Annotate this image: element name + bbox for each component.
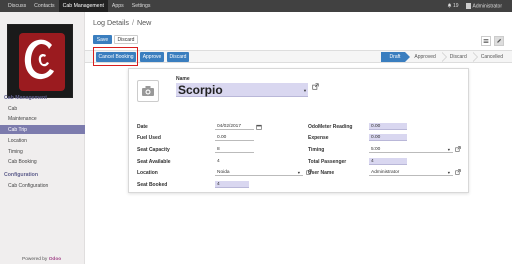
approve-button[interactable]: Approve — [140, 52, 164, 62]
edit-view-icon — [497, 38, 502, 43]
sidebar-item-cab[interactable]: Cab — [0, 104, 85, 113]
discard-state-button[interactable]: Discard — [167, 52, 189, 62]
notifications[interactable]: 19 — [447, 3, 459, 9]
top-navbar: Discuss Contacts Cab Management Apps Set… — [0, 0, 512, 12]
odometer-label: OdoMeter Reading — [308, 124, 353, 130]
breadcrumb-separator: / — [131, 18, 134, 27]
stage-approved[interactable]: Approved — [405, 52, 447, 62]
form-sheet: Name Scorpio ▼ Date 04/02/2017 Fuel Used… — [128, 68, 469, 193]
caret-down-icon[interactable]: ▼ — [303, 88, 307, 93]
stage-arrow — [405, 52, 411, 62]
date-field[interactable]: 04/02/2017 — [215, 123, 254, 130]
highlight-box — [93, 47, 138, 66]
stage-draft[interactable]: Draft — [380, 52, 411, 62]
sidebar-section-cab-management: Cab Management — [4, 95, 47, 101]
discard-button[interactable]: Discard — [114, 35, 138, 44]
fuel-used-field[interactable]: 0.00 — [215, 134, 254, 141]
user-name-label: User Name — [308, 170, 335, 176]
location-field[interactable]: Noida — [215, 169, 303, 176]
sidebar-section-configuration: Configuration — [4, 172, 38, 178]
sidebar-item-cab-booking[interactable]: Cab Booking — [0, 157, 85, 166]
menu-discuss[interactable]: Discuss — [4, 0, 30, 12]
timing-label: Timing — [308, 147, 325, 153]
odoo-link[interactable]: Odoo — [49, 257, 62, 262]
logo-c-icon — [24, 39, 54, 80]
user-name: Administrator — [472, 3, 502, 10]
stage-approved-label: Approved — [414, 54, 436, 60]
caret-down-icon[interactable]: ▼ — [297, 171, 301, 175]
total-passenger-field[interactable]: 4 — [369, 158, 407, 165]
form-view-button[interactable] — [494, 36, 504, 46]
breadcrumb-current: New — [136, 18, 152, 27]
stage-cancelled-label: Cancelled — [480, 54, 503, 60]
stage-draft-label: Draft — [389, 54, 401, 60]
sidebar-item-location[interactable]: Location — [0, 136, 85, 145]
user-name-field[interactable]: Administrator — [369, 169, 453, 176]
notification-count: 19 — [452, 3, 459, 9]
seat-booked-field[interactable]: 4 — [215, 181, 249, 188]
seat-capacity-field[interactable]: 8 — [215, 146, 254, 153]
external-link-icon[interactable] — [455, 169, 461, 175]
user-menu[interactable]: Administrator — [465, 2, 502, 10]
location-label: Location — [137, 170, 158, 176]
odometer-field[interactable]: 0.00 — [369, 123, 407, 130]
list-view-icon — [483, 39, 489, 43]
sidebar-item-cab-configuration[interactable]: Cab Configuration — [0, 181, 85, 190]
sidebar-item-cab-trip[interactable]: Cab Trip — [0, 125, 85, 134]
powered-by: Powered by Odoo — [22, 257, 61, 262]
stage-pipeline: Draft Approved Discard Cancelled — [380, 52, 508, 62]
seat-available-value: 4 — [217, 159, 220, 164]
image-field[interactable] — [137, 80, 159, 102]
seat-capacity-label: Seat Capacity — [137, 147, 170, 153]
stage-discard-label: Discard — [449, 54, 467, 60]
menu-apps[interactable]: Apps — [108, 0, 128, 12]
sidebar-item-timing[interactable]: Timing — [0, 147, 85, 156]
menu-settings[interactable]: Settings — [128, 0, 155, 12]
save-button[interactable]: Save — [93, 35, 112, 44]
breadcrumb: Log Details / New — [93, 18, 151, 27]
avatar — [465, 2, 471, 9]
date-label: Date — [137, 124, 148, 130]
caret-down-icon[interactable]: ▼ — [447, 148, 451, 152]
breadcrumb-parent[interactable]: Log Details — [93, 18, 129, 27]
name-field[interactable]: Scorpio — [176, 83, 308, 97]
powered-by-text: Powered by — [22, 257, 48, 262]
seat-available-label: Seat Available — [137, 159, 171, 165]
stage-arrow — [471, 52, 477, 62]
external-link-icon[interactable] — [455, 146, 461, 152]
total-passenger-label: Total Passenger — [308, 159, 347, 165]
main-content: Log Details / New Save Discard Cancel Book… — [85, 12, 512, 264]
expense-field[interactable]: 0.00 — [369, 134, 407, 141]
menu-cab-management[interactable]: Cab Management — [58, 0, 108, 12]
external-link-icon[interactable] — [312, 83, 319, 90]
expense-label: Expense — [308, 135, 329, 141]
seat-booked-label: Seat Booked — [137, 182, 168, 188]
stage-arrow — [440, 52, 446, 62]
sidebar: Cab Management Cab Maintenance Cab Trip … — [0, 12, 85, 264]
company-logo[interactable] — [7, 24, 73, 98]
statusbar: Cancel Booking Approve Discard Draft App… — [85, 50, 512, 63]
caret-down-icon[interactable]: ▼ — [447, 171, 451, 175]
fuel-used-label: Fuel Used — [137, 135, 161, 141]
name-label: Name — [176, 76, 190, 82]
timing-field[interactable]: 5:00 — [369, 146, 453, 153]
top-menu: Discuss Contacts Cab Management Apps Set… — [4, 0, 154, 12]
sidebar-item-maintenance[interactable]: Maintenance — [0, 114, 85, 123]
menu-contacts[interactable]: Contacts — [30, 0, 58, 12]
calendar-icon[interactable] — [256, 124, 262, 130]
camera-icon — [142, 86, 154, 96]
list-view-button[interactable] — [481, 36, 491, 46]
bell-icon — [447, 3, 451, 8]
topbar-right: 19 Administrator — [447, 0, 502, 12]
